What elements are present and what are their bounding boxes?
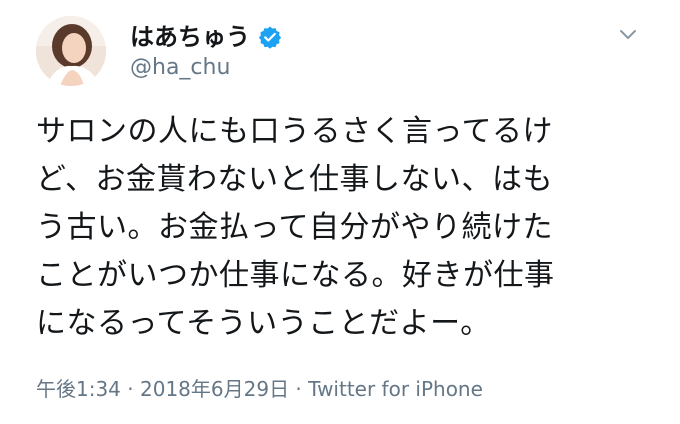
display-name[interactable]: はあちゅう [130,22,250,52]
tweet-time[interactable]: 午後1:34 [36,377,121,401]
tweet-meta: 午後1:34 · 2018年6月29日 · Twitter for iPhone [36,376,483,402]
verified-badge-icon [258,25,282,49]
tweet-source[interactable]: Twitter for iPhone [308,377,483,401]
tweet-text: サロンの人にも口うるさく言ってるけ ど、お金貰わないと仕事しない、はも う古い。… [36,108,656,348]
tweet-text-line: になるってそういうことだよー。 [36,306,491,341]
tweet-text-line: サロンの人にも口うるさく言ってるけ [36,114,553,149]
tweet-text-line: う古い。お金払って自分がやり続けた [36,210,553,245]
chevron-down-icon[interactable] [616,22,640,46]
tweet-card: はあちゅう @ha_chu サロンの人にも口うるさく言ってるけ ど、お金貰わない… [0,0,680,424]
tweet-date[interactable]: 2018年6月29日 [140,377,289,401]
meta-separator: · [289,377,309,401]
avatar[interactable] [36,16,106,86]
user-handle[interactable]: @ha_chu [130,54,230,82]
tweet-text-line: ことがいつか仕事になる。好きが仕事 [36,258,555,293]
author-row: はあちゅう [130,22,282,52]
avatar-image [36,16,106,86]
tweet-text-line: ど、お金貰わないと仕事しない、はも [36,162,553,197]
meta-separator: · [120,377,140,401]
